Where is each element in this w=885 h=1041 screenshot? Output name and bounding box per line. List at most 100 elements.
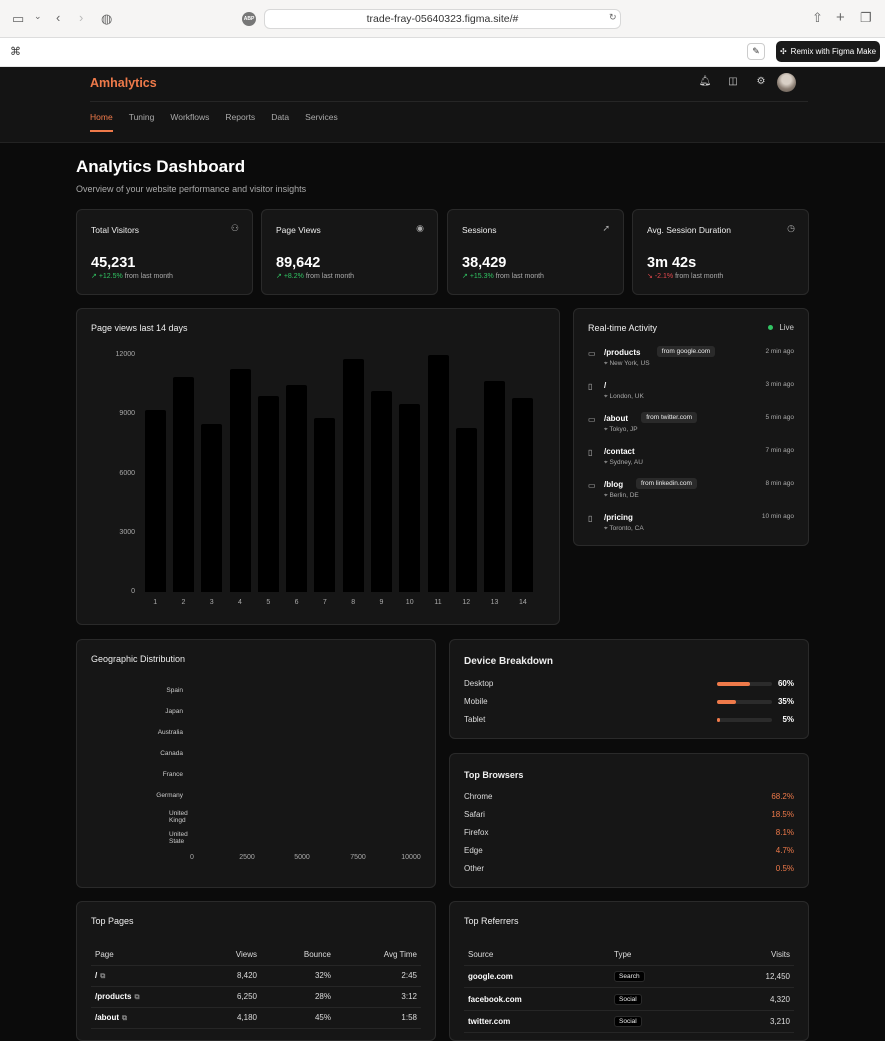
- activity-path[interactable]: /about: [604, 414, 628, 423]
- source-badge: from linkedin.com: [636, 478, 697, 489]
- country-label: Canada: [160, 750, 183, 757]
- activity-item[interactable]: ▭ /blog from linkedin.com ⌖ Berlin, DE 8 min…: [588, 478, 794, 509]
- cell-views: 8,420: [236, 971, 257, 980]
- referrer-source[interactable]: google.com: [468, 972, 513, 981]
- chevron-down-icon[interactable]: ⌄: [34, 11, 42, 22]
- activity-path[interactable]: /: [604, 381, 606, 390]
- remix-button[interactable]: ✣ Remix with Figma Make: [776, 41, 880, 62]
- remix-label: Remix with Figma Make: [790, 47, 877, 56]
- new-tab-icon[interactable]: +: [836, 9, 845, 26]
- nav-reports[interactable]: Reports: [225, 112, 255, 122]
- activity-path[interactable]: /products: [604, 348, 640, 357]
- activity-item[interactable]: ▭ /products from google.com ⌖ New York, US 2…: [588, 346, 794, 377]
- page-link[interactable]: /products ⧉: [95, 992, 139, 1002]
- gear-icon[interactable]: ⚙: [754, 74, 768, 88]
- column-header: Bounce: [303, 950, 331, 959]
- activity-item[interactable]: ▯ /pricing ⌖ Toronto, CA 10 min ago: [588, 512, 794, 542]
- chart-bar[interactable]: [229, 368, 251, 592]
- stat-card-sessions: Sessions ➚ 38,429 ↗ +15.3% from last mon…: [447, 209, 624, 295]
- y-tick-label: 3000: [119, 528, 135, 536]
- top-pages-card: Top Pages Page Views Bounce Avg Time / ⧉ 8,420…: [76, 901, 436, 1041]
- page-link[interactable]: /about ⧉: [95, 1013, 127, 1023]
- avatar[interactable]: [777, 73, 796, 92]
- geo-title: Geographic Distribution: [91, 654, 186, 664]
- activity-location: ⌖ Berlin, DE: [604, 492, 639, 500]
- nav-data[interactable]: Data: [271, 112, 289, 122]
- adblock-icon[interactable]: ABP: [242, 12, 256, 26]
- column-header: Page: [95, 950, 114, 959]
- tabs-icon[interactable]: ❐: [860, 10, 872, 26]
- page-path: /about: [95, 1013, 119, 1022]
- share-icon[interactable]: ⇧: [812, 10, 823, 26]
- activity-item[interactable]: ▯ / ⌖ London, UK 3 min ago: [588, 380, 794, 410]
- browsers-card: Top Browsers Chrome 68.2% Safari 18.5% Firef…: [449, 753, 809, 888]
- activity-item[interactable]: ▭ /about from twitter.com ⌖ Tokyo, JP 5 min …: [588, 412, 794, 443]
- location-text: London, UK: [609, 393, 644, 400]
- activity-path[interactable]: /blog: [604, 480, 623, 489]
- x-tick-label: 13: [490, 599, 499, 606]
- device-progress-fill: [717, 682, 750, 686]
- country-label: Australia: [157, 729, 183, 736]
- country-label: United Kingd: [169, 810, 188, 824]
- bell-icon[interactable]: 🔔︎: [698, 74, 712, 88]
- brand-logo[interactable]: Amhalytics: [90, 76, 157, 90]
- chart-bar[interactable]: [144, 410, 166, 592]
- nav-tuning[interactable]: Tuning: [129, 112, 155, 122]
- chart-bar[interactable]: [370, 390, 392, 592]
- chart-bar[interactable]: [201, 424, 223, 592]
- chart-bar[interactable]: [257, 396, 279, 592]
- cell-time: 3:12: [401, 992, 417, 1001]
- browser-row: Safari 18.5%: [464, 810, 794, 822]
- chart-bar[interactable]: [314, 418, 336, 592]
- realtime-title: Real-time Activity: [588, 323, 658, 333]
- reload-icon[interactable]: ↻: [609, 12, 617, 23]
- row-divider: [464, 987, 794, 988]
- browser-percent: 18.5%: [771, 810, 794, 819]
- activity-time: 2 min ago: [765, 348, 794, 355]
- activity-item[interactable]: ▯ /contact ⌖ Sydney, AU 7 min ago: [588, 446, 794, 476]
- referrer-source[interactable]: facebook.com: [468, 995, 522, 1004]
- cell-time: 2:45: [401, 971, 417, 980]
- figma-logo-icon[interactable]: ⌘: [10, 45, 21, 58]
- forward-icon[interactable]: ›: [79, 10, 83, 25]
- x-tick-label: 5000: [294, 854, 310, 861]
- chart-bar[interactable]: [286, 384, 308, 592]
- shield-icon[interactable]: ◍: [101, 11, 112, 27]
- x-tick-label: 9: [379, 599, 384, 606]
- referrer-source[interactable]: twitter.com: [468, 1017, 510, 1026]
- chart-bar[interactable]: [399, 404, 421, 592]
- nav-services[interactable]: Services: [305, 112, 338, 122]
- realtime-card: Real-time Activity Live ▭ /products from g…: [573, 308, 809, 546]
- activity-path[interactable]: /contact: [604, 447, 635, 456]
- sidebar-toggle-icon[interactable]: ▭: [12, 11, 24, 27]
- chart-bar[interactable]: [172, 376, 194, 592]
- page-link[interactable]: / ⧉: [95, 971, 105, 981]
- nav-home[interactable]: Home: [90, 112, 113, 132]
- browser-percent: 0.5%: [775, 864, 794, 873]
- address-bar[interactable]: trade-fray-05640323.figma.site/#: [264, 9, 621, 29]
- activity-time: 7 min ago: [765, 447, 794, 454]
- device-percent: 60%: [777, 679, 794, 688]
- browser-row: Edge 4.7%: [464, 846, 794, 858]
- x-tick-label: 5: [266, 599, 271, 606]
- bot-icon[interactable]: ◫: [726, 74, 740, 88]
- chart-bar[interactable]: [427, 355, 449, 592]
- page-path: /products: [95, 992, 132, 1001]
- chart-bar[interactable]: [512, 398, 534, 592]
- referrer-type-badge: Search: [614, 971, 645, 982]
- feedback-icon[interactable]: ✎: [747, 43, 765, 60]
- chart-bar[interactable]: [484, 380, 506, 592]
- activity-path[interactable]: /pricing: [604, 513, 633, 522]
- external-link-icon[interactable]: ⧉: [100, 973, 105, 980]
- nav-workflows[interactable]: Workflows: [170, 112, 209, 122]
- device-percent: 5%: [782, 715, 794, 724]
- x-tick-label: 7: [322, 599, 327, 606]
- trend-down-icon: ↘: [647, 273, 655, 280]
- external-link-icon[interactable]: ⧉: [122, 1015, 127, 1022]
- chart-bar[interactable]: [455, 428, 477, 592]
- chart-bar[interactable]: [342, 358, 364, 592]
- back-icon[interactable]: ‹: [56, 10, 60, 25]
- x-tick-label: 1: [153, 599, 158, 606]
- referrer-visits: 12,450: [765, 972, 790, 981]
- external-link-icon[interactable]: ⧉: [134, 994, 139, 1001]
